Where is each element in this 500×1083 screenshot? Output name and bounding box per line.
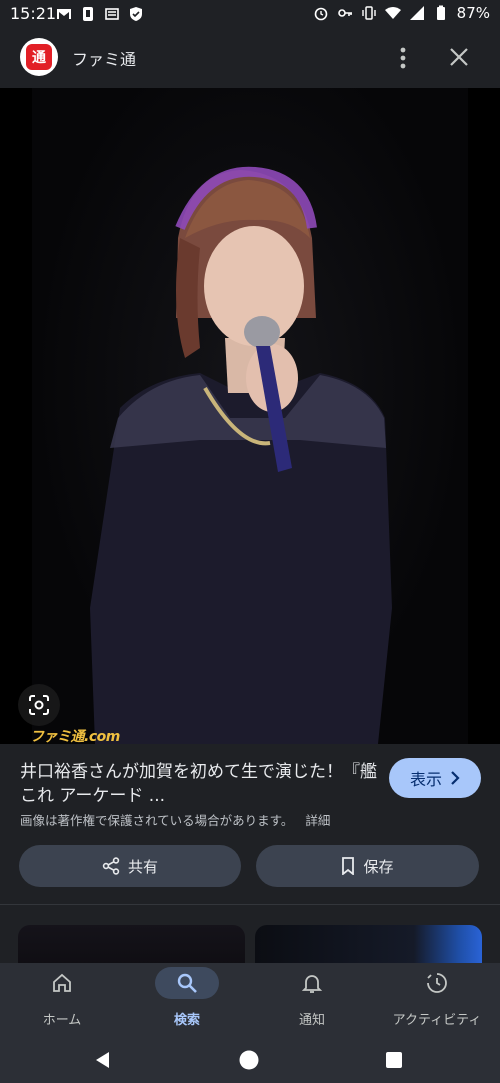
result-title[interactable]: 井口裕香さんが加賀を初めて生で演じた！『艦これ アーケード ... [20,760,380,808]
nav-activity-label: アクティビティ [392,1013,482,1028]
signal-icon [409,6,424,20]
copyright-text: 画像は著作権で保護されている場合があります。 [20,813,294,828]
performer-photo [90,166,392,744]
google-lens-button[interactable] [18,684,60,726]
more-vert-icon [400,47,406,69]
image-watermark: ファミ通.com [30,729,120,744]
nav-search-label: 検索 [173,1013,200,1028]
related-images [0,905,500,963]
site-logo: 通 [20,38,58,76]
chevron-right-icon [451,771,460,785]
close-button[interactable] [444,42,474,72]
site-name[interactable]: ファミ通 [72,46,136,70]
nav-notifications[interactable]: 通知 [252,967,372,1031]
nav-activity[interactable]: アクティビティ [377,967,497,1031]
nav-search[interactable]: 検索 [127,967,247,1031]
nav-home-label: ホーム [42,1013,82,1028]
save-button[interactable]: 保存 [256,845,479,887]
lens-icon [29,695,49,715]
status-time: 15:21 [10,4,57,23]
home-icon [53,973,71,992]
vibrate-icon [361,6,376,20]
gmail-icon [57,9,71,19]
related-image-thumbnail[interactable] [18,925,245,963]
copyright-notice: 画像は著作権で保護されている場合があります。 詳細 [20,810,330,829]
system-back-button[interactable] [88,1045,118,1075]
search-icon [177,973,197,993]
notification-app-icon [83,7,93,21]
battery-icon [436,5,445,20]
alarm-icon [314,7,327,21]
more-options-button[interactable] [390,42,416,74]
shield-icon [130,7,142,21]
bell-icon [301,975,323,993]
share-icon [102,857,120,875]
battery-percent: 87% [456,4,490,22]
related-image-thumbnail[interactable] [255,925,482,963]
share-label: 共有 [127,857,158,876]
wifi-icon [384,7,401,19]
share-button[interactable]: 共有 [19,845,241,887]
system-recents-button[interactable] [379,1045,409,1075]
save-label: 保存 [363,857,394,876]
status-bar: 15:21 87% [0,0,500,28]
result-info-panel: 井口裕香さんが加賀を初めて生で演じた！『艦これ アーケード ... 表示 画像は… [0,744,500,904]
newspaper-icon [105,8,119,20]
recents-square-icon [386,1052,402,1068]
result-image[interactable]: ファミ通.com [0,88,500,744]
bottom-navigation: ホーム 検索 通知 アクティビティ [0,963,500,1035]
bookmark-icon [342,857,355,875]
nav-home[interactable]: ホーム [2,967,122,1031]
nav-notifications-label: 通知 [298,1013,325,1028]
copyright-detail-link[interactable]: 詳細 [305,813,330,828]
visit-button[interactable]: 表示 [389,758,481,798]
site-logo-mark: 通 [26,44,52,70]
close-icon [450,48,468,66]
system-home-button[interactable] [234,1045,264,1075]
visit-label: 表示 [409,770,442,789]
key-icon [337,9,352,17]
activity-icon [427,973,447,993]
app-bar: 通 ファミ通 [0,28,500,88]
home-circle-icon [239,1050,259,1070]
back-triangle-icon [96,1052,109,1068]
system-navigation-bar [0,1035,500,1083]
